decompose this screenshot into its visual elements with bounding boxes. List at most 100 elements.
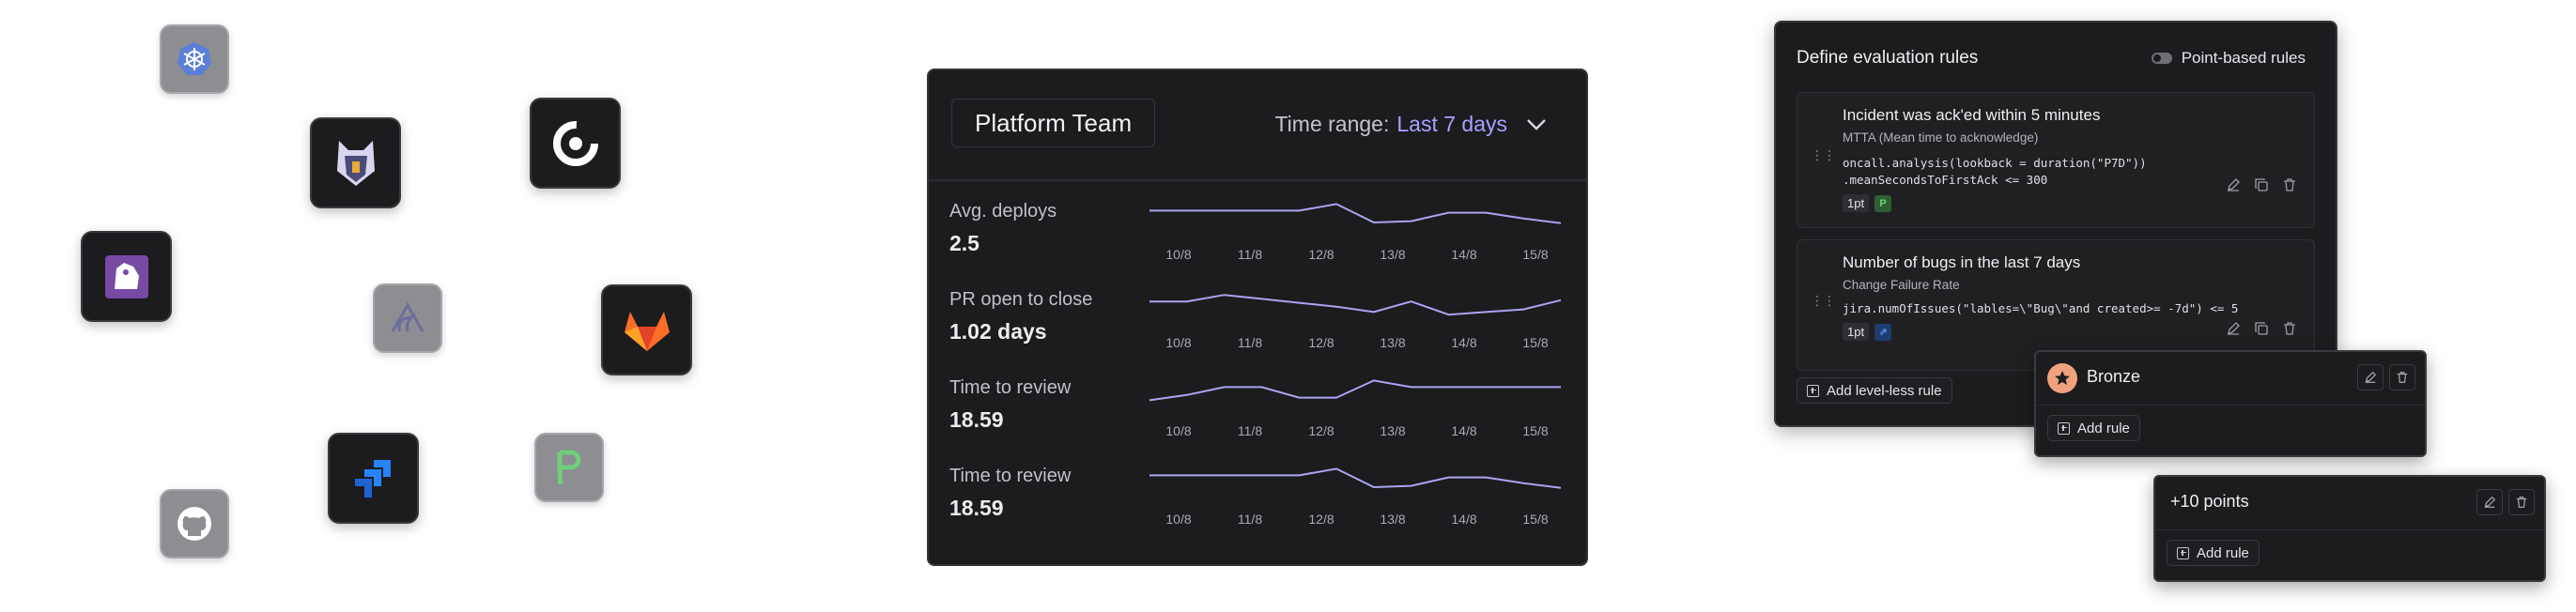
delete-level-button[interactable]	[2389, 364, 2415, 390]
x-tick-label: 14/8	[1451, 247, 1476, 262]
metric-value: 18.59	[949, 496, 1004, 520]
sparkline-chart: 10/8 11/8 12/8 13/8 14/8 15/8	[1149, 467, 1562, 527]
trash-icon[interactable]	[2282, 321, 2297, 336]
time-range-selector[interactable]: Time range: Last 7 days	[1274, 112, 1547, 137]
metric-label: Time to review	[949, 466, 1072, 486]
edit-icon	[2365, 371, 2377, 383]
trash-icon	[2397, 372, 2408, 383]
edit-level-button[interactable]	[2476, 489, 2503, 515]
x-tick-label: 15/8	[1522, 512, 1548, 527]
time-range-label: Time range:	[1274, 112, 1390, 136]
plus-icon	[2058, 421, 2070, 435]
snyk-icon	[310, 117, 401, 208]
rule-item[interactable]: ⋮⋮ Incident was ack'ed within 5 minutes …	[1797, 92, 2315, 228]
pagerduty-icon: P	[1874, 194, 1892, 212]
x-tick-label: 10/8	[1165, 247, 1191, 262]
add-rule-button[interactable]: Add rule	[2167, 540, 2260, 566]
add-levelless-rule-button[interactable]: Add level-less rule	[1797, 377, 1952, 404]
team-metrics-card: Platform Team Time range: Last 7 days Av…	[927, 69, 1588, 566]
x-tick-label: 10/8	[1165, 512, 1191, 527]
x-tick-label: 12/8	[1308, 512, 1334, 527]
sparkline-path	[1149, 294, 1562, 316]
add-levelless-rule-label: Add level-less rule	[1827, 382, 1942, 399]
add-rule-label: Add rule	[2197, 544, 2249, 561]
metric-label: PR open to close	[949, 289, 1093, 310]
x-tick-label: 14/8	[1451, 512, 1476, 527]
chevron-down-icon	[1527, 118, 1546, 130]
plus-icon	[2177, 546, 2189, 559]
sparkline-chart: 10/8 11/8 12/8 13/8 14/8 15/8	[1149, 379, 1561, 438]
x-tick-label: 13/8	[1380, 335, 1405, 350]
duplicate-icon[interactable]	[2254, 177, 2269, 192]
level-header: +10 points	[2155, 477, 2544, 530]
points-badge: 1pt	[1843, 323, 1870, 341]
metric-value: 2.5	[949, 231, 979, 255]
x-tick-label: 10/8	[1165, 335, 1191, 350]
edit-icon	[2484, 496, 2496, 508]
x-tick-label: 10/8	[1165, 423, 1191, 438]
add-rule-button[interactable]: Add rule	[2047, 415, 2140, 441]
duplicate-icon[interactable]	[2254, 321, 2269, 336]
toggle-label: Point-based rules	[2181, 49, 2306, 67]
datadog-icon	[81, 231, 172, 322]
gitlab-icon	[601, 284, 692, 375]
x-tick-label: 11/8	[1238, 247, 1262, 262]
metric-label: Time to review	[949, 377, 1072, 398]
point-based-toggle[interactable]: Point-based rules	[2151, 49, 2306, 68]
level-name: +10 points	[2170, 492, 2249, 511]
rule-title: Number of bugs in the last 7 days	[1843, 253, 2081, 271]
pagerduty-icon	[534, 433, 604, 502]
x-tick-label: 11/8	[1238, 335, 1262, 350]
sparkline-path	[1149, 203, 1562, 224]
edit-level-button[interactable]	[2357, 364, 2383, 390]
sentry-icon	[373, 283, 442, 353]
x-tick-label: 15/8	[1522, 423, 1548, 438]
jira-icon	[328, 433, 419, 524]
edit-icon[interactable]	[2226, 321, 2241, 336]
sparkline-path	[1149, 467, 1562, 489]
drag-handle-icon[interactable]: ⋮⋮	[1811, 293, 1836, 309]
x-tick-label: 12/8	[1308, 247, 1334, 262]
x-tick-label: 13/8	[1380, 512, 1405, 527]
rules-title: Define evaluation rules	[1797, 48, 1979, 68]
x-tick-label: 13/8	[1380, 423, 1405, 438]
toggle-switch[interactable]	[2151, 53, 2172, 64]
x-tick-label: 13/8	[1380, 247, 1405, 262]
kubernetes-icon	[160, 24, 229, 94]
metric-row: Time to review 18.59 10/8 11/8 12/8 13/8 14/8 1…	[929, 466, 1586, 554]
edit-icon[interactable]	[2226, 177, 2241, 192]
sparkline-path	[1149, 379, 1561, 402]
rule-expression: jira.numOfIssues("lables=\"Bug\"and crea…	[1843, 301, 2239, 315]
drag-handle-icon[interactable]: ⋮⋮	[1811, 147, 1836, 163]
x-tick-label: 12/8	[1308, 335, 1334, 350]
sparkline-chart: 10/8 11/8 12/8 13/8 14/8 15/8	[1149, 203, 1562, 262]
plus-icon	[1807, 384, 1819, 397]
trash-icon	[2516, 497, 2527, 508]
add-rule-label: Add rule	[2077, 420, 2130, 436]
trash-icon[interactable]	[2282, 177, 2297, 192]
points-badge: 1pt	[1843, 194, 1870, 212]
x-tick-label: 12/8	[1308, 423, 1334, 438]
star-badge-icon	[2047, 363, 2077, 393]
circleci-icon	[530, 98, 621, 189]
delete-level-button[interactable]	[2508, 489, 2535, 515]
github-icon	[160, 489, 229, 558]
level-header: Bronze	[2036, 352, 2425, 405]
metric-row: Avg. deploys 2.5 10/8 11/8 12/8 13/8 14/8 15/8	[929, 201, 1586, 289]
rule-expression: oncall.analysis(lookback = duration("P7D…	[1843, 156, 2147, 187]
level-card-bronze: Bronze Add rule	[2034, 350, 2427, 457]
level-name: Bronze	[2087, 367, 2141, 386]
sparkline-chart: 10/8 11/8 12/8 13/8 14/8 15/8	[1149, 294, 1562, 350]
rule-title: Incident was ack'ed within 5 minutes	[1843, 106, 2101, 124]
jira-icon: ⇗	[1874, 323, 1892, 341]
x-tick-label: 14/8	[1451, 423, 1476, 438]
metric-row: Time to review 18.59 10/8 11/8 12/8 13/8 14/8 1…	[929, 377, 1586, 466]
rule-subtitle: MTTA (Mean time to acknowledge)	[1843, 130, 2039, 145]
divider	[929, 179, 1586, 181]
metric-value: 1.02 days	[949, 319, 1047, 344]
x-tick-label: 14/8	[1451, 335, 1476, 350]
x-tick-label: 15/8	[1522, 247, 1548, 262]
team-selector[interactable]: Platform Team	[951, 99, 1156, 147]
metric-label: Avg. deploys	[949, 201, 1057, 222]
metric-row: PR open to close 1.02 days 10/8 11/8 12/8 13/…	[929, 289, 1586, 377]
